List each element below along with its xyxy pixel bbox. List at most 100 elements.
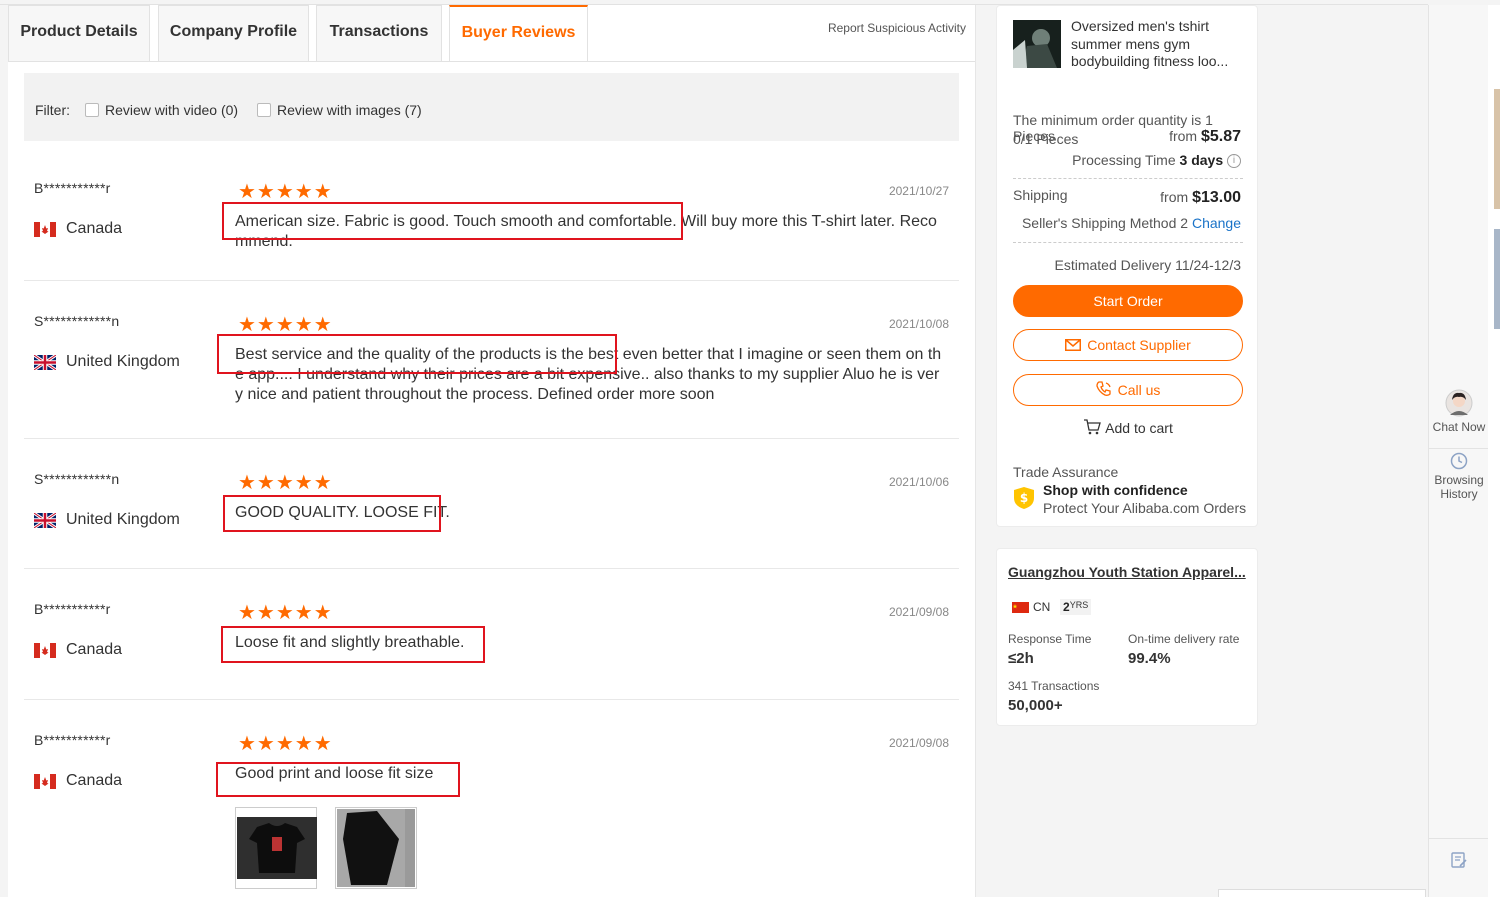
country-label: Canada [66,641,123,658]
phone-icon [1095,381,1111,396]
filter-images-checkbox[interactable]: Review with images (7) [257,102,422,118]
highlight-box [217,334,617,374]
transactions-label: 341 Transactions [1008,679,1100,693]
unit-price: $5.87 [1200,128,1241,145]
contact-supplier-label: Contact Supplier [1087,337,1191,353]
review-item: B***********r Canada ★★★★★ 2021/09/08 Go… [24,700,959,897]
trade-assurance-label: Trade Assurance [1013,464,1119,480]
tab-transactions[interactable]: Transactions [316,5,442,62]
start-order-button[interactable]: Start Order [1013,285,1243,317]
price-from-label: from [1169,128,1198,144]
product-thumbnail[interactable] [1013,20,1061,68]
shipping-method: Seller's Shipping Method 2 [1021,215,1189,231]
ontime-rate-label: On-time delivery rate [1128,632,1240,646]
canada-flag-icon [34,642,56,658]
canada-flag-icon [34,773,56,789]
background-image-strip [1494,89,1500,209]
reviewer-name: B***********r [34,732,111,748]
browsing-history-label-1: Browsing [1434,473,1484,487]
info-icon[interactable]: i [1227,154,1241,169]
filter-label: Filter: [35,102,70,118]
report-suspicious-link[interactable]: Report Suspicious Activity [828,21,966,35]
clock-icon [1450,452,1468,470]
tab-company-profile[interactable]: Company Profile [158,5,309,62]
call-us-label: Call us [1117,382,1161,398]
delivery-row: Estimated Delivery 11/24-12/3 [1055,257,1242,273]
review-image-thumbnail[interactable] [235,807,317,889]
shipping-from-label: from [1160,189,1189,205]
reviewer-country: United Kingdom [34,353,180,371]
tshirt-photo [237,817,317,879]
highlight-box [222,202,683,240]
chat-now-button[interactable]: Chat Now [1429,389,1489,434]
protect-orders-text[interactable]: Protect Your Alibaba.com Orders [1043,500,1246,516]
delivery-value: 11/24-12/3 [1175,257,1241,273]
response-time-label: Response Time [1008,632,1092,646]
review-image-thumbnail[interactable] [335,807,417,889]
uk-flag-icon [34,512,56,528]
delivery-label: Estimated Delivery [1054,257,1172,273]
supplier-country: CN [1012,600,1050,614]
price-row: from $5.87 [1169,128,1241,146]
years-badge: 2YRS [1060,599,1092,615]
review-date: 2021/09/08 [888,605,949,619]
order-card: Oversized men's tshirt summer mens gym b… [996,5,1258,527]
bottom-floating-bar [1218,889,1426,897]
rating-stars: ★★★★★ [238,472,333,494]
filter-images-label: Review with images (7) [277,102,422,118]
svg-text:$: $ [1020,491,1028,505]
tshirt-image-icon [237,817,317,879]
add-to-cart-link[interactable]: Add to cart [997,419,1259,436]
tab-product-details[interactable]: Product Details [8,5,150,62]
tshirt-image-icon [337,809,405,887]
uk-flag-icon [34,354,56,370]
rating-stars: ★★★★★ [238,733,333,755]
review-item: B***********r Canada ★★★★★ 2021/10/27 Am… [24,148,959,281]
reviewer-country: Canada [34,220,122,238]
chat-now-label: Chat Now [1432,420,1486,434]
checkbox-icon[interactable] [85,103,99,117]
right-toolbar: Chat Now Browsing History [1428,5,1489,897]
supplier-name-link[interactable]: Guangzhou Youth Station Apparel... [1008,564,1246,580]
reviewer-country: United Kingdom [34,511,180,529]
divider [1429,448,1489,449]
shipping-price: $13.00 [1192,189,1241,206]
processing-row: Processing Time 3 days i [1072,152,1241,169]
call-us-button[interactable]: Call us [1013,374,1243,406]
review-item: S************n United Kingdom ★★★★★ 2021… [24,439,959,569]
review-item: S************n United Kingdom ★★★★★ 2021… [24,281,959,439]
country-label: United Kingdom [66,353,180,370]
reviewer-name: S************n [34,313,120,329]
years-value: 2 [1063,600,1070,614]
tab-buyer-reviews[interactable]: Buyer Reviews [449,5,588,62]
change-shipping-link[interactable]: Change [1192,215,1241,231]
contact-supplier-button[interactable]: Contact Supplier [1013,329,1243,361]
reviewer-country: Canada [34,772,122,790]
divider [1429,838,1489,839]
filter-video-checkbox[interactable]: Review with video (0) [85,102,238,118]
tab-divider [8,61,975,62]
country-label: Canada [66,220,123,237]
checkbox-icon[interactable] [257,103,271,117]
transactions-value: 50,000+ [1008,697,1063,714]
review-date: 2021/09/08 [888,736,949,750]
browsing-history-button[interactable]: Browsing History [1429,452,1489,501]
highlight-box [223,495,441,532]
shipping-method-row: Seller's Shipping Method 2 Change [1022,215,1241,231]
reviewer-name: B***********r [34,180,111,196]
reviewer-name: B***********r [34,601,111,617]
review-item: B***********r Canada ★★★★★ 2021/09/08 Lo… [24,569,959,700]
browsing-history-label-2: History [1440,487,1478,501]
tab-bar: Product Details Company Profile Transact… [8,5,975,62]
feedback-icon [1451,852,1467,868]
product-title[interactable]: Oversized men's tshirt summer mens gym b… [1071,18,1241,71]
reviewer-name: S************n [34,471,120,487]
feedback-button[interactable] [1429,851,1489,872]
shop-confidence-text: Shop with confidence [1043,482,1188,498]
supplier-card: Guangzhou Youth Station Apparel... CN 2Y… [996,548,1258,726]
shipping-price-row: from $13.00 [1160,189,1241,207]
country-label: Canada [66,772,123,789]
trade-assurance-shield-icon: $ [1014,487,1034,509]
envelope-icon [1065,339,1082,351]
rating-stars: ★★★★★ [238,181,333,203]
